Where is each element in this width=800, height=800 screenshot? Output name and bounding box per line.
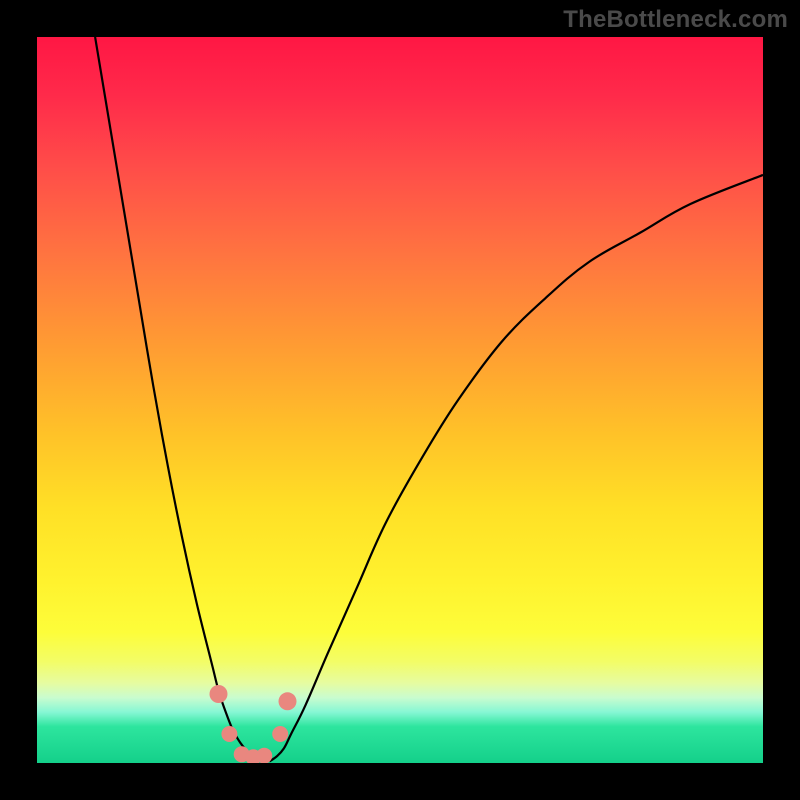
- watermark-text: TheBottleneck.com: [563, 6, 788, 34]
- chart-svg: [37, 37, 763, 763]
- left-curve: [95, 37, 262, 762]
- data-marker: [272, 726, 288, 742]
- data-marker: [256, 748, 272, 763]
- data-marker: [279, 692, 297, 710]
- chart-frame: TheBottleneck.com: [0, 0, 800, 800]
- marker-group: [210, 685, 297, 763]
- data-marker: [210, 685, 228, 703]
- data-marker: [221, 726, 237, 742]
- right-curve: [269, 175, 763, 762]
- plot-area: [37, 37, 763, 763]
